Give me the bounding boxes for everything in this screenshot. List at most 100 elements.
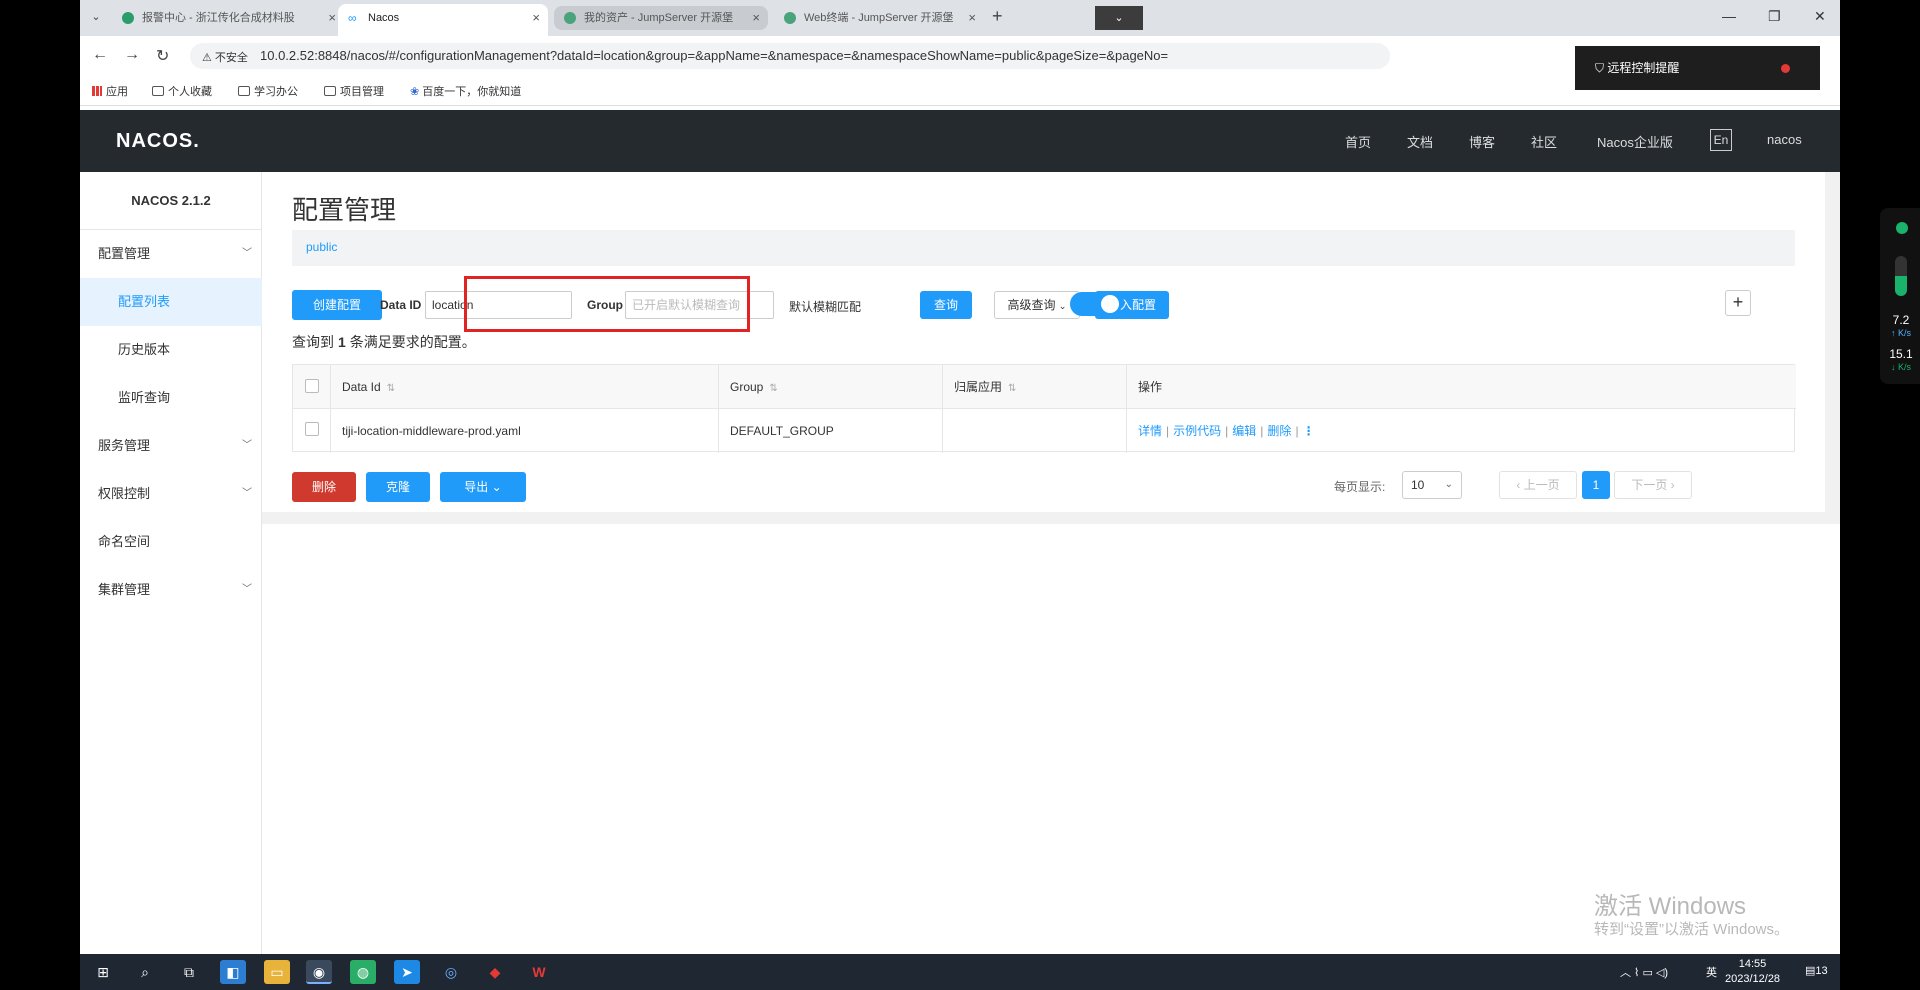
omnibox[interactable]: ⚠ 不安全 10.0.2.52:8848/nacos/#/configurati…	[190, 43, 1390, 69]
header-label: Group	[730, 380, 764, 394]
advanced-query-button[interactable]: 高级查询 ⌄	[994, 291, 1080, 319]
vertical-scrollbar[interactable]	[1825, 172, 1840, 524]
nav-home-link[interactable]: 首页	[1345, 132, 1371, 151]
app-icon[interactable]: ◎	[438, 960, 464, 984]
nav-enterprise-link[interactable]: Nacos企业版	[1597, 132, 1673, 151]
close-icon[interactable]: ×	[532, 4, 540, 32]
feishu-icon[interactable]: ➤	[394, 960, 420, 984]
wechat-icon[interactable]: ◍	[350, 960, 376, 984]
delete-link[interactable]: 删除	[1267, 424, 1291, 438]
column-header-dataid[interactable]: Data Id ⇅	[342, 365, 395, 409]
nav-blog-link[interactable]: 博客	[1469, 132, 1495, 151]
bookmark-baidu[interactable]: ❀ 百度一下，你就知道	[410, 83, 521, 99]
nav-community-link[interactable]: 社区	[1531, 132, 1557, 151]
close-window-icon[interactable]: ✕	[1814, 8, 1826, 25]
sidebar-item-namespace[interactable]: 命名空间	[80, 518, 262, 566]
forward-icon[interactable]: →	[124, 46, 140, 64]
more-actions-icon[interactable]: ⋮	[1303, 424, 1315, 438]
user-menu[interactable]: nacos	[1767, 132, 1802, 147]
close-icon[interactable]: ×	[752, 6, 760, 30]
url-text[interactable]: 10.0.2.52:8848/nacos/#/configurationMana…	[260, 48, 1168, 63]
ime-indicator[interactable]: 英	[1706, 964, 1717, 980]
bookmark-folder-study[interactable]: 学习办公	[238, 83, 298, 99]
row-checkbox[interactable]	[305, 422, 319, 436]
network-speed-widget[interactable]: 7.2 ↑ K/s 15.1 ↓ K/s	[1880, 208, 1920, 384]
chrome-icon[interactable]: ◉	[306, 960, 332, 984]
dataid-label: Data ID	[380, 298, 422, 312]
column-header-group[interactable]: Group ⇅	[730, 365, 778, 409]
search-icon[interactable]: ⌕	[132, 960, 158, 984]
sidebar-item-config-list[interactable]: 配置列表	[80, 278, 262, 326]
add-icon[interactable]: +	[1725, 290, 1751, 316]
close-icon[interactable]: ×	[968, 4, 976, 32]
select-all-checkbox[interactable]	[305, 379, 319, 393]
wps-icon[interactable]: W	[526, 960, 552, 984]
clone-button[interactable]: 克隆	[366, 472, 430, 502]
bookmark-label: 百度一下，你就知道	[422, 86, 522, 98]
insecure-warning-icon[interactable]: ⚠ 不安全	[202, 49, 248, 65]
nav-docs-link[interactable]: 文档	[1407, 132, 1433, 151]
sidebar-item-cluster-management[interactable]: 集群管理 ﹀	[80, 566, 262, 614]
sidebar-item-access-control[interactable]: 权限控制 ﹀	[80, 470, 262, 518]
next-page-button[interactable]: 下一页 ›	[1614, 471, 1692, 499]
horizontal-scrollbar[interactable]	[262, 512, 1825, 524]
apps-grid-icon	[92, 86, 102, 96]
task-view-icon[interactable]: ⧉	[176, 960, 202, 984]
clock[interactable]: 14:55 2023/12/28	[1725, 957, 1780, 987]
remote-control-alert[interactable]: ⛉ 远程控制提醒	[1575, 46, 1820, 90]
nacos-logo[interactable]: NACOS.	[116, 130, 200, 153]
store-icon[interactable]: ◧	[220, 960, 246, 984]
tab-title: Nacos	[368, 12, 400, 24]
tab-nacos[interactable]: ∞ Nacos ×	[338, 4, 548, 36]
tab-list-dropdown-icon[interactable]: ⌄	[1095, 6, 1143, 30]
query-button[interactable]: 查询	[920, 291, 972, 319]
page-size-select[interactable]: 10 ⌄	[1402, 471, 1462, 499]
activation-watermark: 激活 Windows	[1594, 893, 1747, 920]
chevron-down-icon: ﹀	[242, 584, 252, 595]
minimize-icon[interactable]: —	[1722, 8, 1736, 24]
sort-icon[interactable]: ⇅	[769, 383, 777, 394]
bookmark-apps[interactable]: 应用	[92, 83, 128, 99]
tab-search-menu-icon[interactable]: ⌄	[86, 6, 106, 28]
sort-icon[interactable]: ⇅	[387, 383, 395, 394]
current-page-button[interactable]: 1	[1582, 471, 1610, 499]
bookmark-label: 应用	[106, 86, 128, 98]
windows-start-icon[interactable]: ⊞	[90, 960, 116, 984]
tab-alert-center[interactable]: 报警中心 - 浙江传化合成材料股 ×	[112, 4, 344, 36]
bookmark-folder-projects[interactable]: 项目管理	[324, 83, 384, 99]
sidebar-item-label: 权限控制	[98, 486, 151, 501]
page-size-label: 每页显示:	[1334, 480, 1386, 494]
prev-page-button[interactable]: ‹ 上一页	[1499, 471, 1577, 499]
xshell-icon[interactable]: ◆	[482, 960, 508, 984]
language-switch-button[interactable]: En	[1710, 129, 1732, 151]
group-input[interactable]: 已开启默认模糊查询	[625, 291, 774, 319]
column-header-app[interactable]: 归属应用 ⇅	[954, 365, 1016, 409]
bookmark-folder-favorites[interactable]: 个人收藏	[152, 83, 212, 99]
close-icon[interactable]: ×	[328, 4, 336, 32]
new-tab-button[interactable]: +	[992, 6, 1003, 27]
tab-jumpserver-web-terminal[interactable]: Web终端 - JumpServer 开源堡 ×	[774, 4, 984, 36]
sidebar-item-history[interactable]: 历史版本	[80, 326, 262, 374]
back-icon[interactable]: ←	[92, 46, 108, 64]
batch-delete-button[interactable]: 删除	[292, 472, 356, 502]
export-button[interactable]: 导出 ⌄	[440, 472, 526, 502]
reload-icon[interactable]: ↻	[156, 46, 169, 66]
file-explorer-icon[interactable]: ▭	[264, 960, 290, 984]
notification-center[interactable]: ▤13	[1805, 964, 1828, 977]
edit-link[interactable]: 编辑	[1232, 424, 1256, 438]
dataid-input[interactable]: location	[425, 291, 572, 319]
sample-code-link[interactable]: 示例代码	[1173, 424, 1221, 438]
create-config-button[interactable]: 创建配置	[292, 290, 382, 320]
details-link[interactable]: 详情	[1138, 424, 1162, 438]
column-divider	[330, 365, 331, 453]
sidebar-item-listener-query[interactable]: 监听查询	[80, 374, 262, 422]
sort-icon[interactable]: ⇅	[1008, 383, 1016, 394]
restore-icon[interactable]: ❐	[1768, 8, 1781, 25]
sidebar-item-config-management[interactable]: 配置管理 ﹀	[80, 230, 262, 278]
tray-icons[interactable]: ︿ ⌇ ▭ ◁)	[1620, 964, 1668, 980]
tab-jumpserver-assets[interactable]: 我的资产 - JumpServer 开源堡 ×	[554, 6, 768, 30]
tab-favicon-icon	[122, 12, 134, 24]
sidebar-item-service-management[interactable]: 服务管理 ﹀	[80, 422, 262, 470]
namespace-public-link[interactable]: public	[306, 240, 337, 254]
fuzzy-match-toggle[interactable]	[1070, 292, 1122, 316]
